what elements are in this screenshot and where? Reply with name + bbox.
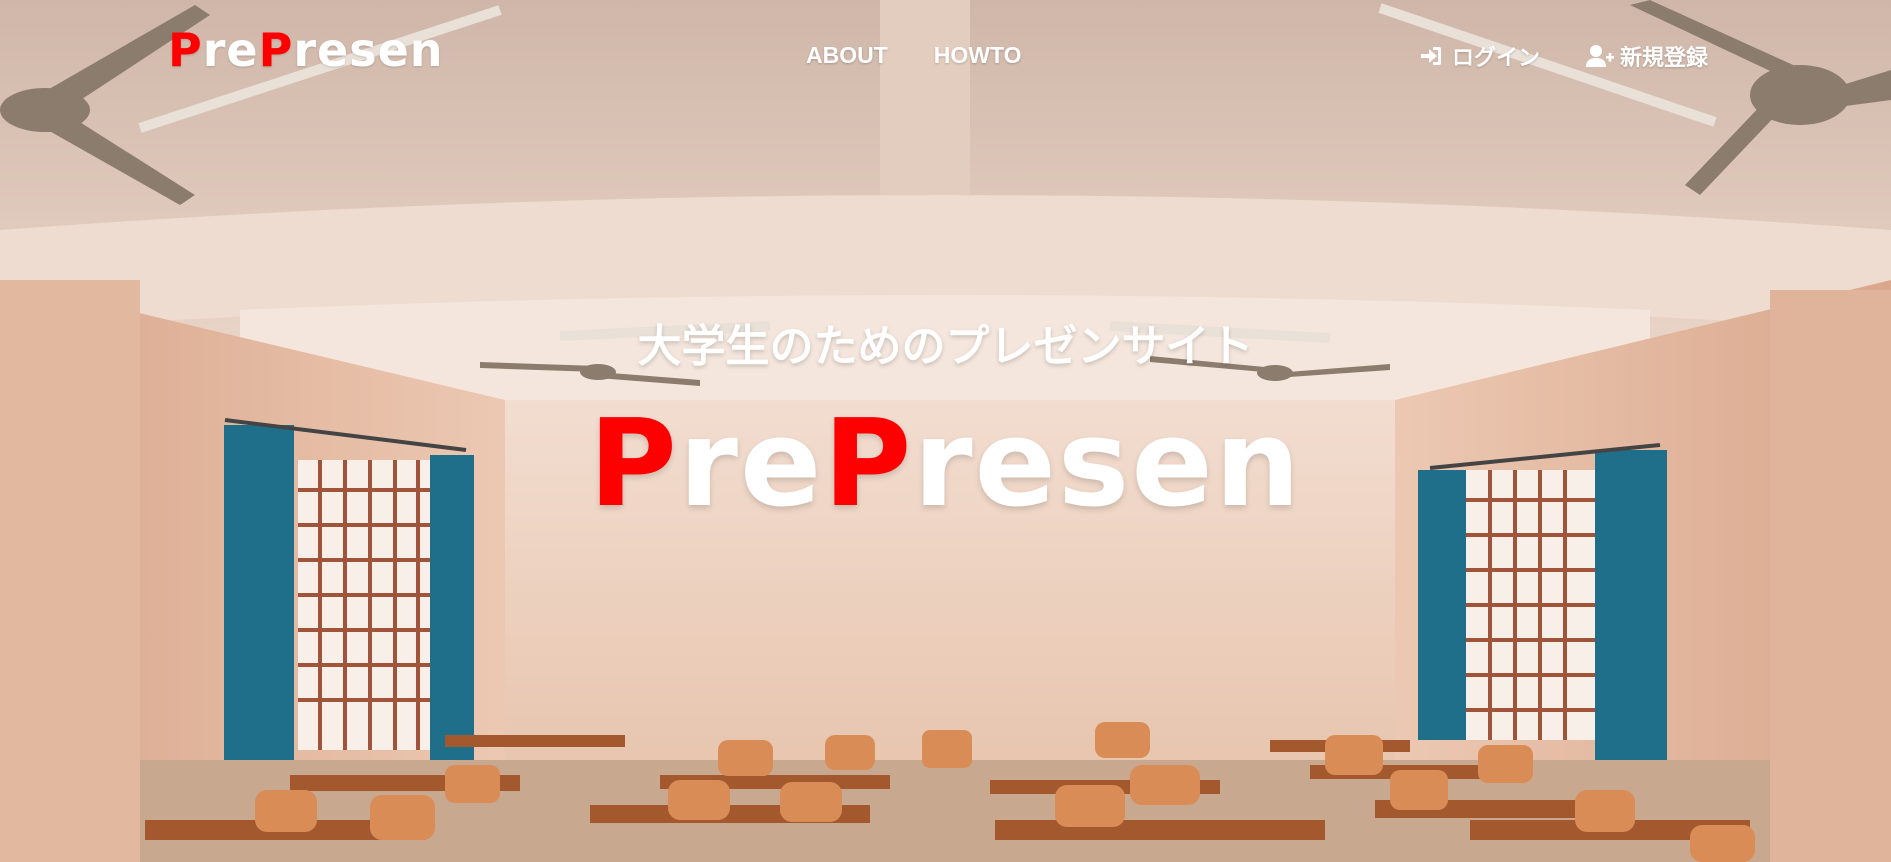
auth-nav: ログイン 新規登録 [1418, 40, 1708, 72]
top-navbar: PrePresen ABOUT HOWTO ログイン 新規登録 [0, 0, 1891, 118]
sign-in-icon [1418, 43, 1446, 69]
user-plus-icon [1586, 43, 1615, 69]
nav-link-about[interactable]: ABOUT [806, 42, 888, 69]
hero-title-p2: P [823, 395, 914, 534]
hero-tagline: 大学生のためのプレゼンサイト [637, 321, 1254, 372]
brand-logo-re: re [202, 23, 259, 77]
brand-logo-p1: P [168, 23, 203, 77]
signup-label: 新規登録 [1620, 46, 1709, 71]
hero-title-resen: resen [913, 395, 1303, 534]
signup-link[interactable]: 新規登録 [1586, 40, 1708, 72]
nav-link-howto[interactable]: HOWTO [934, 42, 1022, 69]
login-link[interactable]: ログイン [1418, 40, 1540, 72]
brand-logo-p2: P [258, 23, 294, 77]
main-nav: ABOUT HOWTO [806, 42, 1022, 69]
brand-logo[interactable]: PrePresen [168, 20, 444, 80]
login-label: ログイン [1452, 46, 1541, 71]
brand-logo-resen: resen [293, 23, 444, 77]
hero-title: PrePresen [0, 395, 1891, 535]
hero-title-re: re [678, 395, 824, 534]
hero-title-p1: P [588, 395, 679, 534]
